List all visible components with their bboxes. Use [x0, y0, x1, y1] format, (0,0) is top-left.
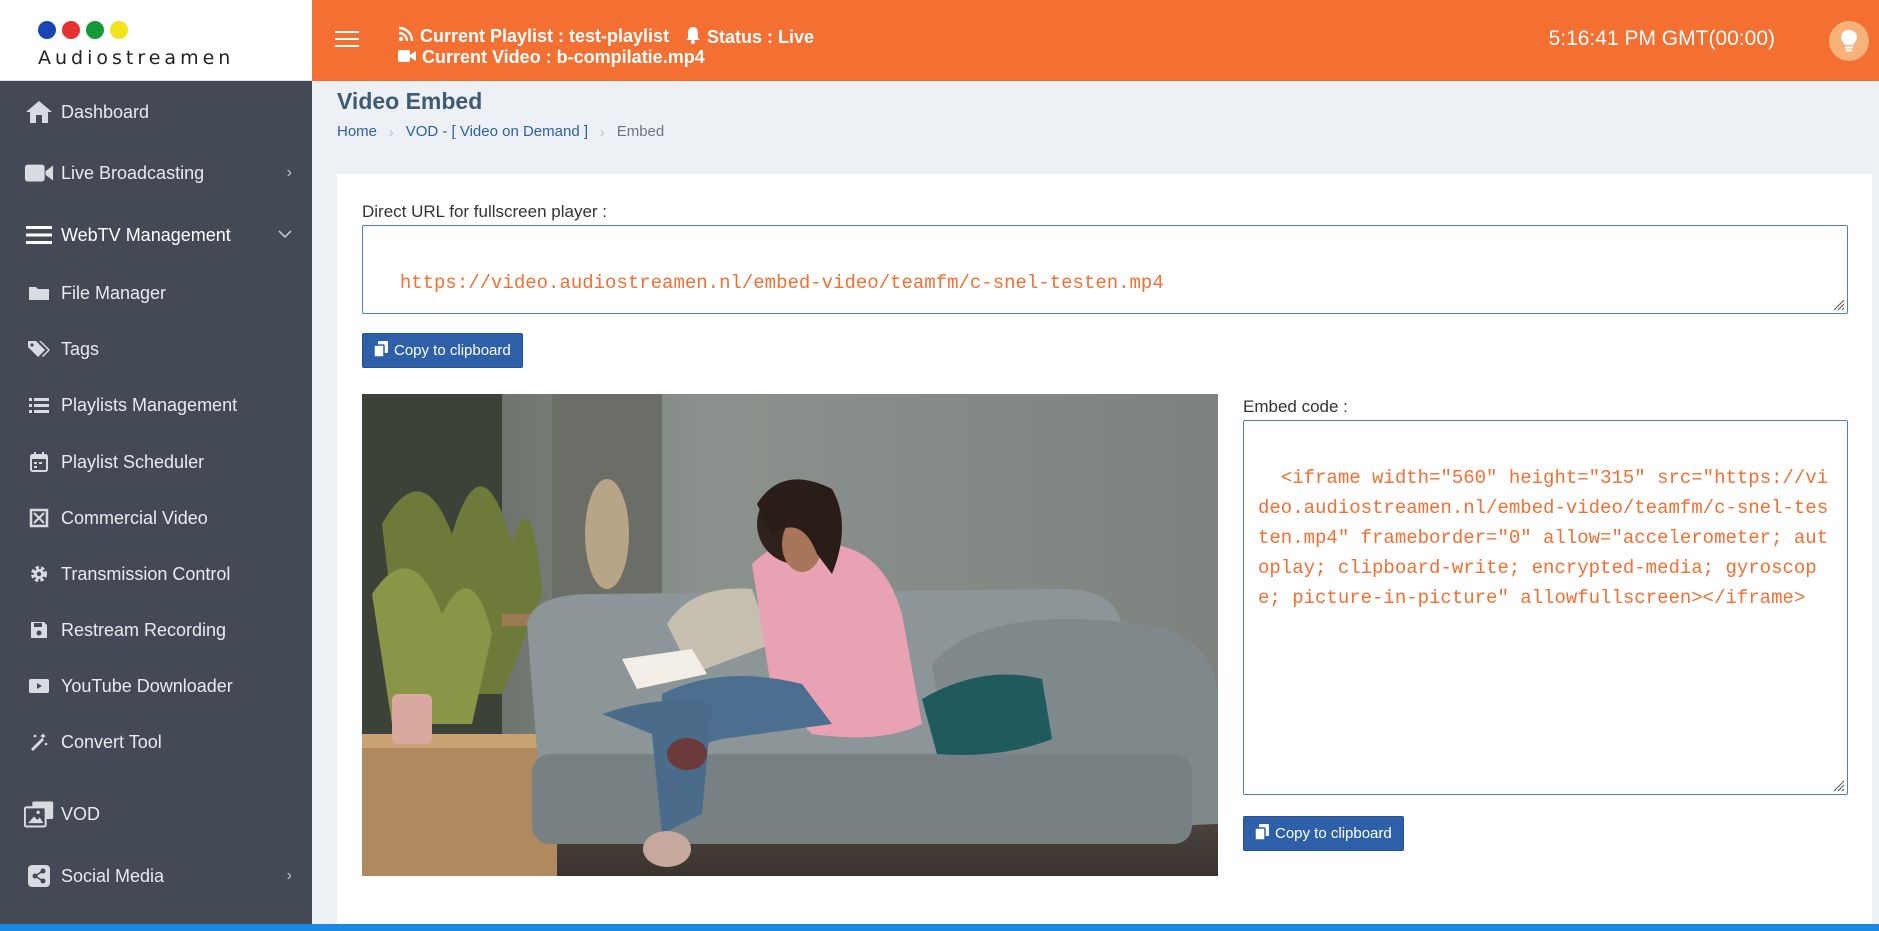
video-thumbnail	[362, 394, 1218, 876]
embed-code-label: Embed code :	[1243, 397, 1348, 416]
logo-text: Audiostreamen	[38, 47, 235, 69]
hamburger-menu-button[interactable]	[335, 31, 359, 49]
direct-url-textarea[interactable]: https://video.audiostreamen.nl/embed-vid…	[362, 225, 1848, 314]
home-icon	[24, 99, 54, 125]
magic-wand-icon	[24, 732, 54, 752]
resize-handle-icon[interactable]	[1831, 297, 1845, 311]
crop-icon	[24, 508, 54, 528]
sidebar-item-tags[interactable]: Tags	[0, 329, 312, 369]
clipboard-icon	[373, 340, 388, 361]
video-player[interactable]	[362, 394, 1218, 876]
video-camera-icon	[398, 47, 416, 68]
sidebar-item-commercial-video[interactable]: Commercial Video	[0, 498, 312, 538]
top-header: Current Playlist : test-playlist Status …	[312, 0, 1879, 81]
breadcrumb-current: Embed	[616, 123, 665, 140]
bell-icon	[685, 26, 701, 49]
page-title: Video Embed	[337, 88, 483, 114]
photo-film-icon	[24, 798, 54, 830]
youtube-icon	[24, 677, 54, 695]
chevron-right-icon: ›	[389, 123, 394, 140]
clipboard-icon	[1254, 823, 1269, 844]
sidebar-item-vod[interactable]: VOD	[0, 794, 312, 834]
chevron-down-icon	[278, 226, 292, 244]
save-icon	[24, 621, 54, 639]
logo-dots	[38, 21, 128, 39]
logo[interactable]: Audiostreamen	[0, 0, 312, 81]
direct-url-label: Direct URL for fullscreen player :	[362, 202, 608, 221]
breadcrumb: Home › VOD - [ Video on Demand ] › Embed	[337, 123, 664, 140]
folder-icon	[24, 284, 54, 302]
copy-direct-url-button[interactable]: Copy to clipboard	[362, 333, 523, 368]
breadcrumb-vod[interactable]: VOD - [ Video on Demand ]	[406, 123, 588, 140]
tags-icon	[24, 339, 54, 359]
bottom-progress-bar	[0, 924, 1879, 931]
share-icon	[24, 865, 54, 887]
embed-code-textarea[interactable]: <iframe width="560" height="315" src="ht…	[1243, 420, 1848, 795]
sidebar-item-live-broadcasting[interactable]: Live Broadcasting ›	[0, 153, 312, 193]
sidebar-item-convert-tool[interactable]: Convert Tool	[0, 722, 312, 762]
sidebar-item-playlists-management[interactable]: Playlists Management	[0, 385, 312, 425]
resize-handle-icon[interactable]	[1831, 778, 1845, 792]
lightbulb-icon[interactable]	[1829, 21, 1869, 61]
sidebar: Audiostreamen Dashboard Live Broadcastin…	[0, 0, 312, 931]
current-video: Current Video : b-compilatie.mp4	[398, 47, 705, 68]
gear-icon	[24, 564, 54, 584]
sidebar-item-transmission-control[interactable]: Transmission Control	[0, 554, 312, 594]
breadcrumb-home[interactable]: Home	[337, 123, 377, 140]
sidebar-item-restream-recording[interactable]: Restream Recording	[0, 610, 312, 650]
current-playlist: Current Playlist : test-playlist	[398, 26, 669, 47]
chevron-right-icon: ›	[286, 164, 292, 181]
calendar-icon	[24, 452, 54, 472]
sidebar-item-youtube-downloader[interactable]: YouTube Downloader	[0, 666, 312, 706]
chevron-right-icon: ›	[286, 867, 292, 884]
copy-embed-code-button[interactable]: Copy to clipboard	[1243, 816, 1404, 851]
stream-status: Status : Live	[685, 26, 814, 49]
sidebar-item-social-media[interactable]: Social Media ›	[0, 856, 312, 896]
chevron-right-icon: ›	[600, 123, 605, 140]
sidebar-item-file-manager[interactable]: File Manager	[0, 273, 312, 313]
video-camera-icon	[24, 162, 54, 184]
sidebar-item-webtv-management[interactable]: WebTV Management	[0, 215, 312, 255]
clock: 5:16:41 PM GMT(00:00)	[1548, 27, 1775, 50]
list-icon	[24, 396, 54, 414]
sidebar-item-dashboard[interactable]: Dashboard	[0, 92, 312, 132]
rss-icon	[398, 26, 414, 47]
sidebar-item-playlist-scheduler[interactable]: Playlist Scheduler	[0, 442, 312, 482]
menu-icon	[24, 225, 54, 245]
